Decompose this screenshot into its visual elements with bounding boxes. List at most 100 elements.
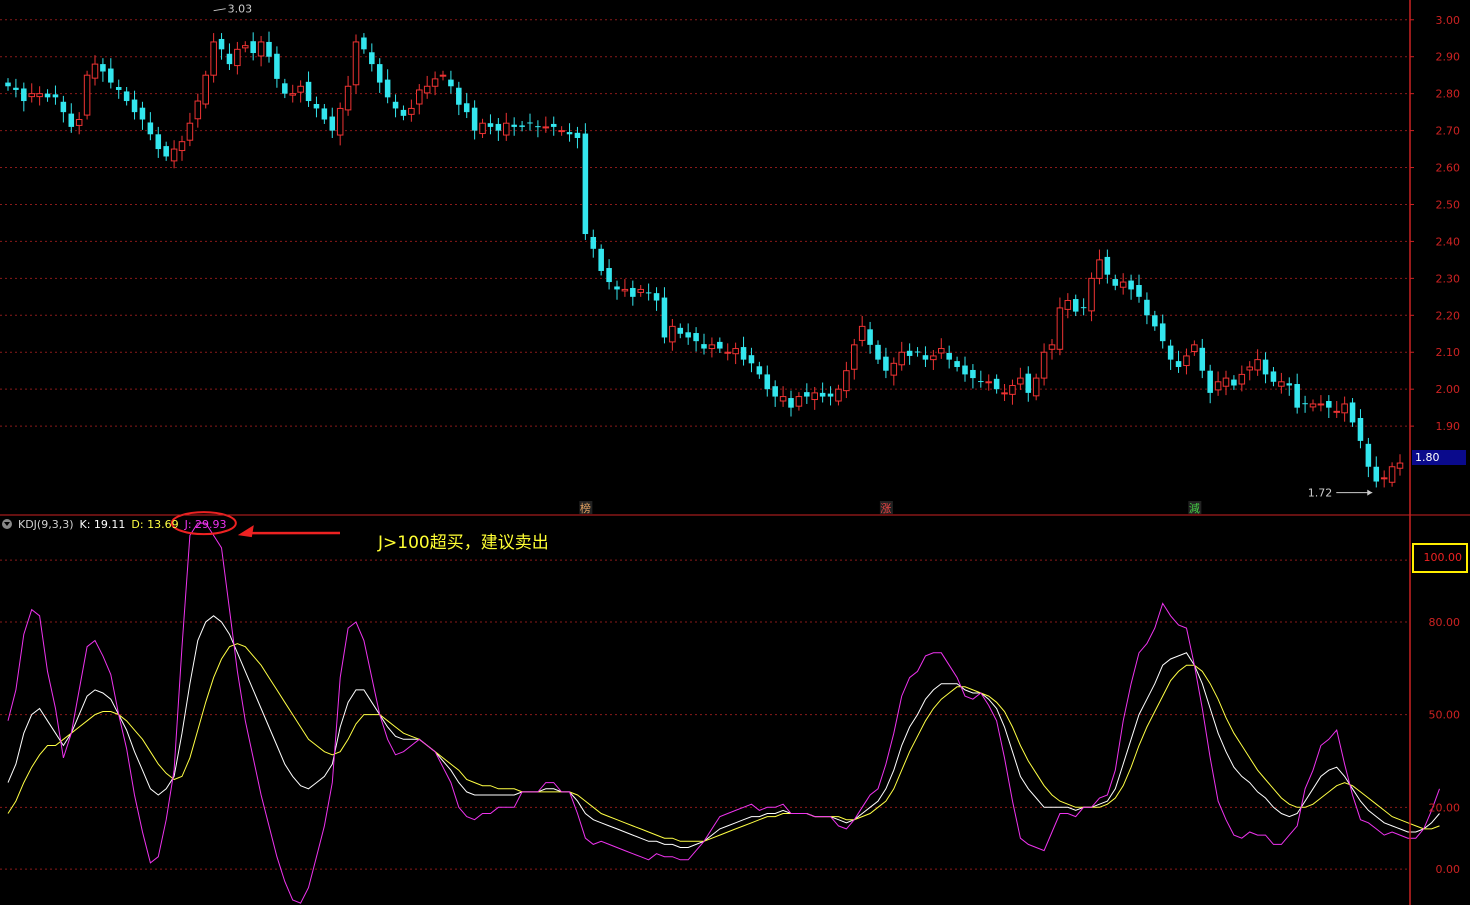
candle-body <box>590 236 597 249</box>
candle-body <box>1128 280 1134 290</box>
candle-body <box>91 63 99 79</box>
candle-body <box>1048 344 1056 350</box>
candle-body <box>439 74 447 77</box>
candle-body <box>147 122 154 135</box>
candle-body <box>993 378 1000 390</box>
candle-body <box>701 344 707 349</box>
candle-body <box>542 126 550 129</box>
candle-body <box>202 74 209 105</box>
candle-body <box>1365 443 1372 467</box>
candle-body <box>352 41 360 86</box>
candle-body <box>764 374 771 390</box>
candle-body <box>811 392 818 401</box>
candle-body <box>1373 466 1380 482</box>
candle-body <box>1396 462 1404 469</box>
candle-body <box>930 355 937 361</box>
candle-body <box>858 325 866 341</box>
candle-body <box>503 122 510 136</box>
candle-body <box>756 366 763 375</box>
candle-body <box>637 288 644 293</box>
candle-body <box>946 352 952 360</box>
candle-body <box>68 113 75 127</box>
candle-body <box>978 381 984 383</box>
kdj-tick-label: 50.00 <box>1429 709 1461 722</box>
candle-body <box>1286 383 1293 386</box>
candle-body <box>898 351 905 366</box>
kdj-gridlines <box>0 559 1410 870</box>
candle-body <box>1341 403 1348 414</box>
candle-body <box>471 107 478 131</box>
candle-body <box>44 93 51 98</box>
candle-body <box>606 268 612 283</box>
candle-body <box>1009 384 1016 395</box>
candle-body <box>1080 307 1087 309</box>
event-marker-111: 涨 <box>880 502 891 515</box>
price-tick-label: 2.30 <box>1436 272 1461 285</box>
candle-body <box>75 119 83 126</box>
candle-body <box>1104 256 1111 275</box>
candle-body <box>788 398 794 408</box>
candle-body <box>985 381 992 384</box>
candle-body <box>321 108 328 120</box>
collapse-icon[interactable] <box>2 519 12 529</box>
candle-body <box>527 122 533 124</box>
candle-body <box>1096 259 1103 279</box>
candle-body <box>1032 377 1040 397</box>
candle-body <box>875 344 881 360</box>
candle-body <box>1207 370 1213 393</box>
candle-body <box>1001 392 1008 395</box>
candle-body <box>305 81 312 102</box>
candle-body <box>1199 347 1206 371</box>
price-tick-label: 2.60 <box>1436 162 1461 175</box>
candle-body <box>1167 345 1174 360</box>
candle-body <box>962 365 968 375</box>
kdj-line-k <box>7 615 1440 848</box>
candle-body <box>653 293 660 301</box>
price-tick-label: 2.10 <box>1436 346 1461 359</box>
kdj-title: KDJ(9,3,3) <box>18 517 74 531</box>
candle-body <box>463 103 470 113</box>
candle-body <box>843 370 850 392</box>
price-tick-label: 2.80 <box>1436 88 1461 101</box>
candle-body <box>1025 373 1032 393</box>
candle-body <box>511 124 517 127</box>
candle-body <box>1222 377 1230 387</box>
candle-body <box>21 88 27 102</box>
candle-body <box>661 297 668 338</box>
low-marker-arrow <box>1367 489 1373 496</box>
kdj-line-d <box>7 643 1440 842</box>
candle-body <box>361 37 367 50</box>
candle-body <box>1183 355 1190 367</box>
price-tick-label: 2.70 <box>1436 125 1461 138</box>
candle-body <box>250 41 256 54</box>
candle-body <box>170 148 178 162</box>
candle-body <box>242 45 249 49</box>
candle-body <box>336 107 344 136</box>
candle-body <box>60 101 67 113</box>
candle-body <box>677 327 684 334</box>
candle-body <box>376 64 383 83</box>
price-tick-label: 2.40 <box>1436 235 1461 248</box>
candle-body <box>178 141 186 152</box>
j-value-label: J: 29.93 <box>184 517 227 531</box>
candle-body <box>717 341 723 349</box>
candle-body <box>740 347 747 360</box>
candle-body <box>519 125 525 127</box>
candle-body <box>1191 344 1198 352</box>
k-value-label: K: 19.11 <box>79 517 126 531</box>
candle-body <box>384 79 391 98</box>
candle-body <box>313 104 320 109</box>
candle-body <box>36 93 43 98</box>
candle-body <box>1380 477 1388 480</box>
candle-body <box>344 85 352 111</box>
event-markers: 3.031.72榜涨減财 <box>213 3 1373 515</box>
candle-body <box>1119 281 1127 288</box>
price-axis: 3.00 2.90 2.80 2.70 2.60 2.50 2.40 2.30 2.20 2.10… <box>1410 14 1460 433</box>
candle-body <box>1302 403 1308 405</box>
candle-body <box>186 122 194 141</box>
candle-body <box>708 344 716 350</box>
price-tick-label: 3.00 <box>1436 14 1461 27</box>
high-marker-label: 3.03 <box>228 3 253 16</box>
candle-body <box>163 146 169 157</box>
candle-body <box>645 292 652 294</box>
